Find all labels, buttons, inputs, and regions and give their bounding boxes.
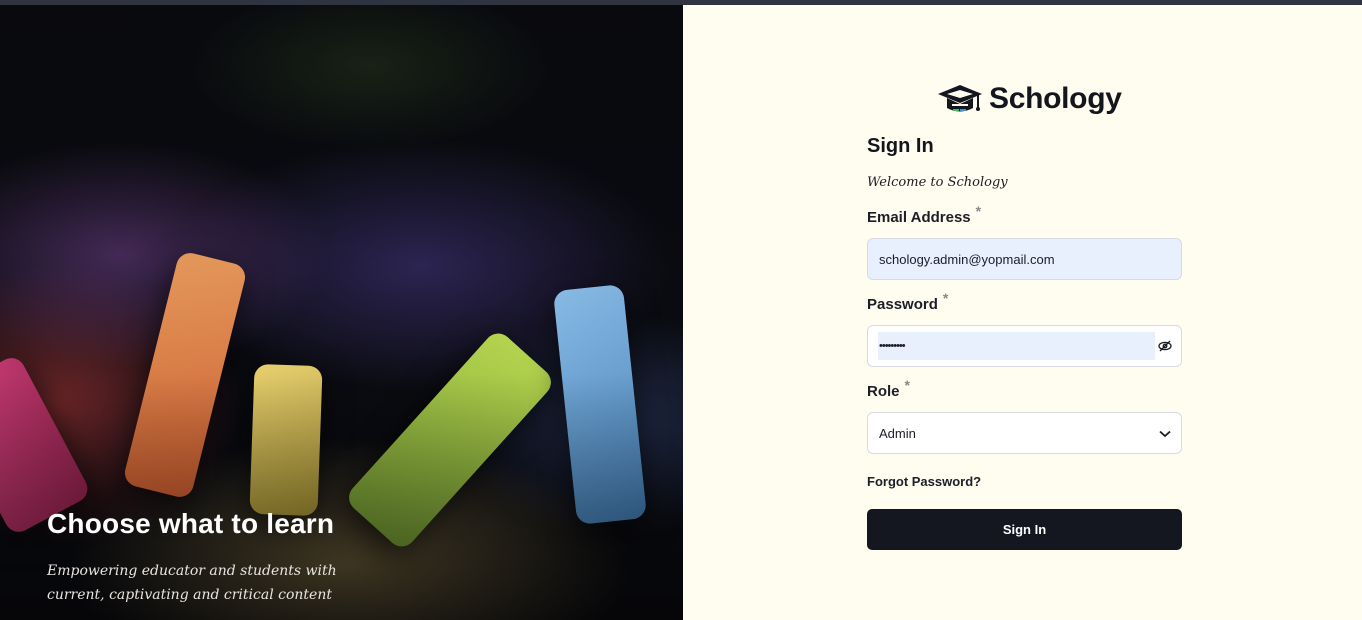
required-asterisk: * bbox=[942, 290, 949, 306]
brand-name: Schology bbox=[989, 82, 1122, 115]
role-label-text: Role bbox=[867, 383, 900, 400]
email-value: schology.admin@yopmail.com bbox=[879, 251, 1055, 267]
email-field[interactable]: schology.admin@yopmail.com bbox=[867, 238, 1182, 280]
required-asterisk: * bbox=[904, 377, 910, 393]
password-label-text: Password bbox=[867, 296, 938, 313]
email-label: Email Address * bbox=[867, 203, 1182, 226]
required-asterisk: * bbox=[975, 203, 982, 219]
signin-title: Sign In bbox=[867, 135, 934, 157]
graduation-cap-icon bbox=[937, 82, 983, 116]
chevron-down-icon bbox=[1159, 426, 1171, 441]
password-field[interactable]: ••••••••• bbox=[867, 325, 1182, 367]
role-select[interactable]: Admin bbox=[867, 412, 1182, 454]
role-selected-value: Admin bbox=[879, 425, 916, 441]
password-label: Password * bbox=[867, 290, 1182, 313]
eye-off-icon[interactable] bbox=[1158, 339, 1172, 356]
hero-subtitle: Empowering educator and students with cu… bbox=[47, 563, 337, 603]
brand-logo: Schology bbox=[937, 82, 1122, 116]
role-label: Role * bbox=[867, 377, 1182, 400]
hero-title: Choose what to learn bbox=[47, 508, 335, 539]
email-label-text: Email Address bbox=[867, 209, 971, 226]
welcome-text: Welcome to Schology bbox=[867, 175, 1008, 190]
password-value: ••••••••• bbox=[878, 332, 1155, 360]
sign-in-button[interactable]: Sign In bbox=[867, 509, 1182, 550]
forgot-password-link[interactable]: Forgot Password? bbox=[867, 474, 1182, 489]
signin-form: Sign In Welcome to Schology Email Addres… bbox=[867, 130, 1182, 550]
